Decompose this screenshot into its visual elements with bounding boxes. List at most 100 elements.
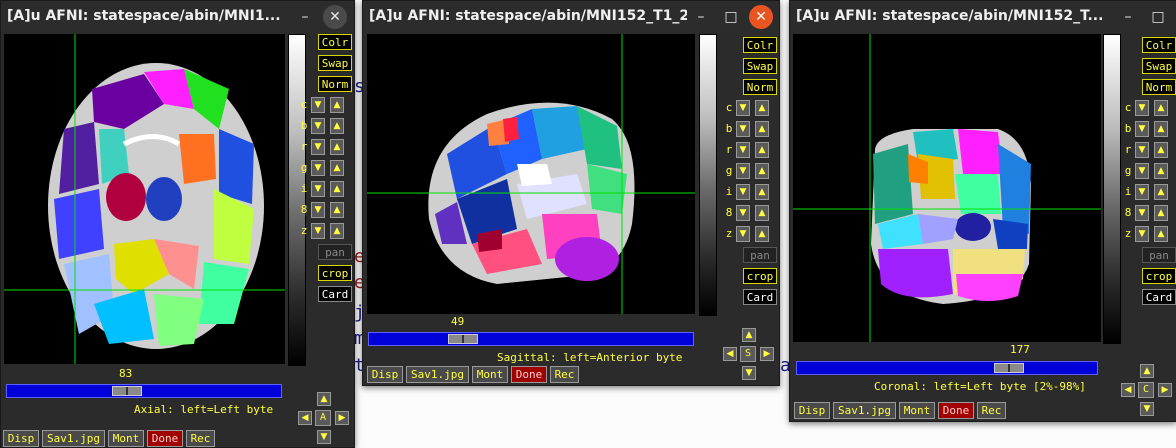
arrow-down-icon[interactable]: ▼ (736, 121, 750, 137)
arrow-down-icon[interactable]: ▼ (311, 223, 325, 239)
arrow-up-icon[interactable]: ▲ (1154, 100, 1168, 116)
arrow-up-icon[interactable]: ▲ (330, 160, 344, 176)
montage-button[interactable]: Mont (472, 366, 508, 383)
record-button[interactable]: Rec (550, 366, 579, 383)
close-button[interactable]: ✕ (323, 5, 347, 29)
nav-center-button[interactable]: S (740, 346, 756, 362)
minimize-button[interactable]: – (1116, 5, 1140, 29)
nav-left-icon[interactable]: ◀ (1121, 383, 1135, 397)
arrow-up-icon[interactable]: ▲ (755, 100, 769, 116)
norm-button[interactable]: Norm (1142, 79, 1176, 95)
arrow-down-icon[interactable]: ▼ (736, 142, 750, 158)
titlebar[interactable]: [A]u AFNI: statespace/abin/MNI1... – ✕ (1, 1, 354, 33)
slice-slider[interactable] (6, 384, 282, 398)
arrow-down-icon[interactable]: ▼ (1135, 163, 1149, 179)
arrow-down-icon[interactable]: ▼ (311, 97, 325, 113)
arrow-up-icon[interactable]: ▲ (330, 139, 344, 155)
done-button[interactable]: Done (938, 402, 974, 419)
crop-button[interactable]: crop (318, 265, 352, 281)
arrow-down-icon[interactable]: ▼ (1135, 121, 1149, 137)
nav-up-icon[interactable]: ▲ (742, 328, 756, 342)
arrow-down-icon[interactable]: ▼ (311, 118, 325, 134)
minimize-button[interactable]: – (689, 5, 713, 29)
maximize-button[interactable]: □ (1146, 5, 1170, 29)
nav-center-button[interactable]: C (1138, 382, 1154, 398)
montage-button[interactable]: Mont (108, 430, 144, 447)
swap-button[interactable]: Swap (1142, 58, 1176, 74)
arrow-up-icon[interactable]: ▲ (755, 142, 769, 158)
arrow-down-icon[interactable]: ▼ (311, 160, 325, 176)
nav-center-button[interactable]: A (315, 410, 331, 426)
disp-button[interactable]: Disp (794, 402, 830, 419)
brain-image-sagittal[interactable] (367, 34, 695, 314)
arrow-down-icon[interactable]: ▼ (311, 202, 325, 218)
arrow-up-icon[interactable]: ▲ (330, 223, 344, 239)
disp-button[interactable]: Disp (367, 366, 403, 383)
arrow-up-icon[interactable]: ▲ (1154, 121, 1168, 137)
arrow-down-icon[interactable]: ▼ (736, 163, 750, 179)
slider-thumb[interactable] (994, 363, 1024, 373)
arrow-up-icon[interactable]: ▲ (330, 202, 344, 218)
titlebar[interactable]: [A]u AFNI: statespace/abin/MNI152_T... –… (790, 1, 1176, 33)
arrow-up-icon[interactable]: ▲ (1154, 184, 1168, 200)
slider-thumb[interactable] (112, 386, 142, 396)
nav-right-icon[interactable]: ▶ (1158, 383, 1172, 397)
arrow-down-icon[interactable]: ▼ (1135, 205, 1149, 221)
colr-button[interactable]: Colr (318, 34, 352, 50)
arrow-up-icon[interactable]: ▲ (1154, 142, 1168, 158)
colr-button[interactable]: Colr (743, 37, 777, 53)
norm-button[interactable]: Norm (743, 79, 777, 95)
arrow-down-icon[interactable]: ▼ (311, 181, 325, 197)
brain-image-axial[interactable] (4, 34, 285, 364)
nav-left-icon[interactable]: ◀ (298, 411, 312, 425)
nav-down-icon[interactable]: ▼ (742, 366, 756, 380)
arrow-up-icon[interactable]: ▲ (755, 226, 769, 242)
pan-button[interactable]: pan (1142, 247, 1176, 263)
arrow-up-icon[interactable]: ▲ (1154, 163, 1168, 179)
norm-button[interactable]: Norm (318, 76, 352, 92)
close-button[interactable]: ✕ (749, 5, 773, 29)
grayscale-bar[interactable] (1103, 34, 1121, 344)
arrow-down-icon[interactable]: ▼ (736, 226, 750, 242)
nav-down-icon[interactable]: ▼ (1140, 402, 1154, 416)
swap-button[interactable]: Swap (743, 58, 777, 74)
montage-button[interactable]: Mont (899, 402, 935, 419)
nav-left-icon[interactable]: ◀ (723, 347, 737, 361)
arrow-up-icon[interactable]: ▲ (755, 121, 769, 137)
arrow-up-icon[interactable]: ▲ (330, 118, 344, 134)
nav-down-icon[interactable]: ▼ (317, 430, 331, 444)
record-button[interactable]: Rec (186, 430, 215, 447)
arrow-up-icon[interactable]: ▲ (755, 163, 769, 179)
slider-thumb[interactable] (448, 334, 478, 344)
arrow-down-icon[interactable]: ▼ (1135, 142, 1149, 158)
arrow-up-icon[interactable]: ▲ (755, 184, 769, 200)
maximize-button[interactable]: □ (719, 5, 743, 29)
crop-button[interactable]: crop (1142, 268, 1176, 284)
nav-right-icon[interactable]: ▶ (335, 411, 349, 425)
arrow-up-icon[interactable]: ▲ (330, 181, 344, 197)
arrow-down-icon[interactable]: ▼ (311, 139, 325, 155)
done-button[interactable]: Done (147, 430, 183, 447)
arrow-down-icon[interactable]: ▼ (1135, 100, 1149, 116)
crop-button[interactable]: crop (743, 268, 777, 284)
colr-button[interactable]: Colr (1142, 37, 1176, 53)
swap-button[interactable]: Swap (318, 55, 352, 71)
arrow-up-icon[interactable]: ▲ (330, 97, 344, 113)
done-button[interactable]: Done (511, 366, 547, 383)
grayscale-bar[interactable] (288, 34, 306, 366)
arrow-up-icon[interactable]: ▲ (1154, 205, 1168, 221)
arrow-down-icon[interactable]: ▼ (736, 205, 750, 221)
arrow-down-icon[interactable]: ▼ (1135, 226, 1149, 242)
save-button[interactable]: Sav1.jpg (42, 430, 105, 447)
brain-image-coronal[interactable] (793, 34, 1101, 342)
card-button[interactable]: Card (743, 289, 777, 305)
nav-up-icon[interactable]: ▲ (317, 392, 331, 406)
grayscale-bar[interactable] (699, 34, 717, 316)
pan-button[interactable]: pan (318, 244, 352, 260)
slice-slider[interactable] (368, 332, 694, 346)
arrow-down-icon[interactable]: ▼ (736, 100, 750, 116)
disp-button[interactable]: Disp (3, 430, 39, 447)
save-button[interactable]: Sav1.jpg (833, 402, 896, 419)
slice-slider[interactable] (796, 361, 1098, 375)
arrow-up-icon[interactable]: ▲ (1154, 226, 1168, 242)
